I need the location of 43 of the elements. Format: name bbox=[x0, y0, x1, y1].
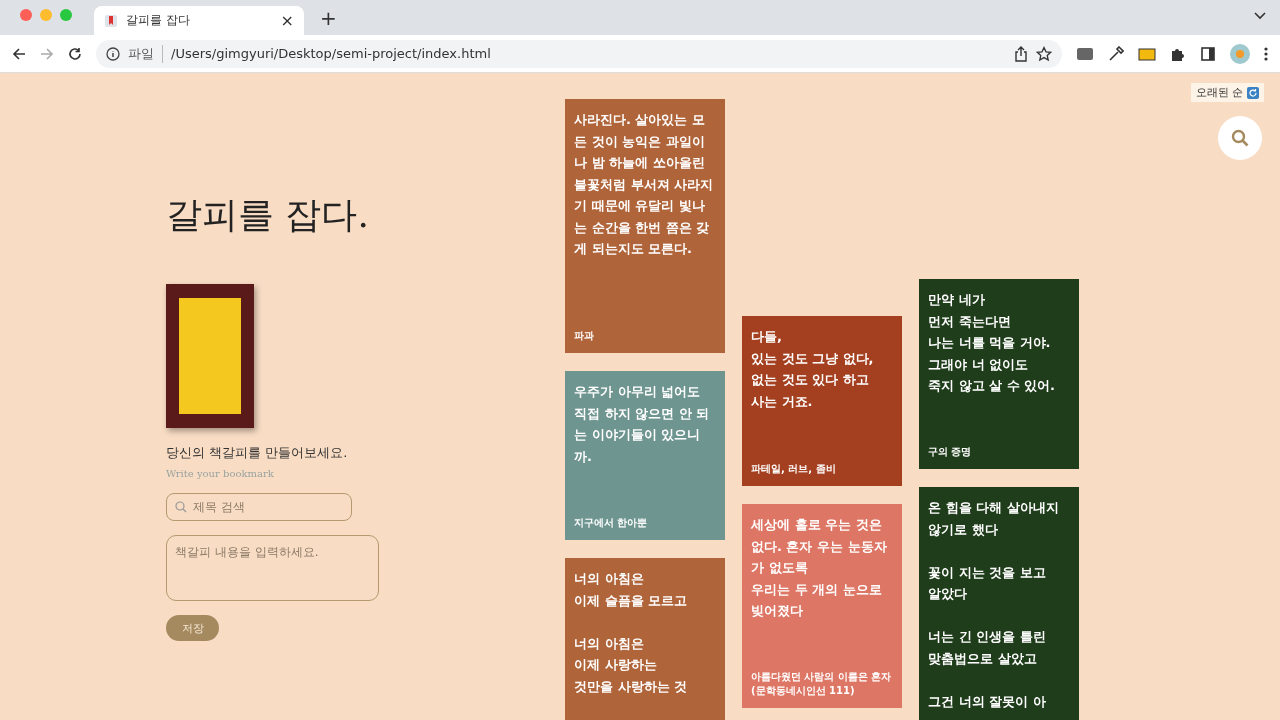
info-icon[interactable] bbox=[106, 46, 120, 61]
reload-icon[interactable] bbox=[68, 46, 82, 61]
bookmark-card[interactable]: 사라진다. 살아있는 모든 것이 농익은 과일이나 밤 하늘에 쏘아올린 불꽃처럼 부서져 사라지기 때문에 유달리 빛나는 순간을 한번 쯤은 갖게 되는지도 모른다. 파과 bbox=[565, 99, 725, 353]
search-button[interactable] bbox=[1218, 116, 1262, 160]
card-quote: 온 힘을 다해 살아내지 않기로 했다 꽃이 지는 것을 보고 알았다 너는 긴 인생을 틀린 맞춤법으로 살았고 그건 너의 잘못이 아 bbox=[928, 499, 1060, 711]
bookmark-card[interactable]: 온 힘을 다해 살아내지 않기로 했다 꽃이 지는 것을 보고 알았다 너는 긴 인생을 틀린 맞춤법으로 살았고 그건 너의 잘못이 아 bbox=[919, 487, 1079, 720]
card-quote: 사라진다. 살아있는 모든 것이 농익은 과일이나 밤 하늘에 쏘아올린 불꽃처럼 부서져 사라지기 때문에 유달리 빛나는 순간을 한번 쯤은 갖게 되는지도 모른다. bbox=[574, 111, 715, 258]
card-source: 구의 증명 bbox=[928, 445, 973, 459]
search-icon bbox=[1231, 129, 1249, 147]
content-input-field[interactable]: 책갈피 내용을 입력하세요. bbox=[166, 535, 379, 601]
prompt-text: 당신의 책갈피를 만들어보세요. bbox=[166, 444, 348, 462]
star-icon[interactable] bbox=[1036, 45, 1052, 62]
url-text: /Users/gimgyuri/Desktop/semi-project/index.html bbox=[171, 46, 492, 61]
card-quote: 만약 네가 먼저 죽는다면 나는 너를 먹을 거야. 그래야 너 없이도 죽지 않고 살 수 있어. bbox=[928, 291, 1057, 395]
bookmark-card[interactable]: 너의 아침은 이제 슬픔을 모르고 너의 아침은 이제 사랑하는 것만을 사랑하는 것 bbox=[565, 558, 725, 720]
bookmark-card[interactable]: 만약 네가 먼저 죽는다면 나는 너를 먹을 거야. 그래야 너 없이도 죽지 않고 살 수 있어. 구의 증명 bbox=[919, 279, 1079, 469]
card-source: 파테일, 러브, 좀비 bbox=[751, 462, 837, 476]
card-quote: 세상에 홀로 우는 것은 없다. 혼자 우는 눈동자가 없도록 우리는 두 개의 눈으로 빚어졌다 bbox=[751, 516, 888, 620]
refresh-icon bbox=[1247, 86, 1259, 99]
card-source: 지구에서 한아뿐 bbox=[574, 516, 649, 530]
card-quote: 너의 아침은 이제 슬픔을 모르고 너의 아침은 이제 사랑하는 것만을 사랑하는 것 bbox=[574, 570, 689, 696]
eyedropper-icon[interactable] bbox=[1108, 45, 1124, 62]
chevron-down-icon[interactable] bbox=[1254, 12, 1266, 20]
scheme-label: 파일 bbox=[128, 44, 163, 63]
close-tab-button[interactable]: × bbox=[280, 11, 294, 30]
share-icon[interactable] bbox=[1014, 45, 1028, 62]
side-panel-icon[interactable] bbox=[1200, 45, 1216, 62]
address-bar[interactable]: 파일 /Users/gimgyuri/Desktop/semi-project/index.html bbox=[96, 39, 1062, 68]
card-source: 아름다웠던 사람의 이름은 혼자(문학동네시인선 111) bbox=[751, 670, 892, 698]
subtitle-text: Write your bookmark bbox=[166, 468, 274, 479]
browser-tab[interactable]: 갈피를 잡다 × bbox=[94, 6, 304, 35]
title-search-field[interactable]: 제목 검색 bbox=[166, 493, 352, 521]
new-tab-button[interactable]: + bbox=[320, 6, 337, 30]
page-title: 갈피를 잡다. bbox=[166, 193, 369, 237]
card-quote: 우주가 아무리 넓어도 직접 하지 않으면 안 되는 이야기들이 있으니까. bbox=[574, 383, 711, 466]
bookmark-icon bbox=[104, 13, 118, 28]
menu-icon[interactable] bbox=[1264, 45, 1268, 62]
sort-button[interactable]: 오래된 순 bbox=[1190, 83, 1264, 102]
back-icon[interactable] bbox=[12, 46, 26, 61]
card-quote: 다들, 있는 것도 그냥 없다, 없는 것도 있다 하고 사는 거죠. bbox=[751, 328, 875, 411]
bookmark-card[interactable]: 다들, 있는 것도 그냥 없다, 없는 것도 있다 하고 사는 거죠. 파테일, 러브, 좀비 bbox=[742, 316, 902, 486]
card-source: 파과 bbox=[574, 329, 595, 343]
search-icon bbox=[175, 501, 187, 513]
